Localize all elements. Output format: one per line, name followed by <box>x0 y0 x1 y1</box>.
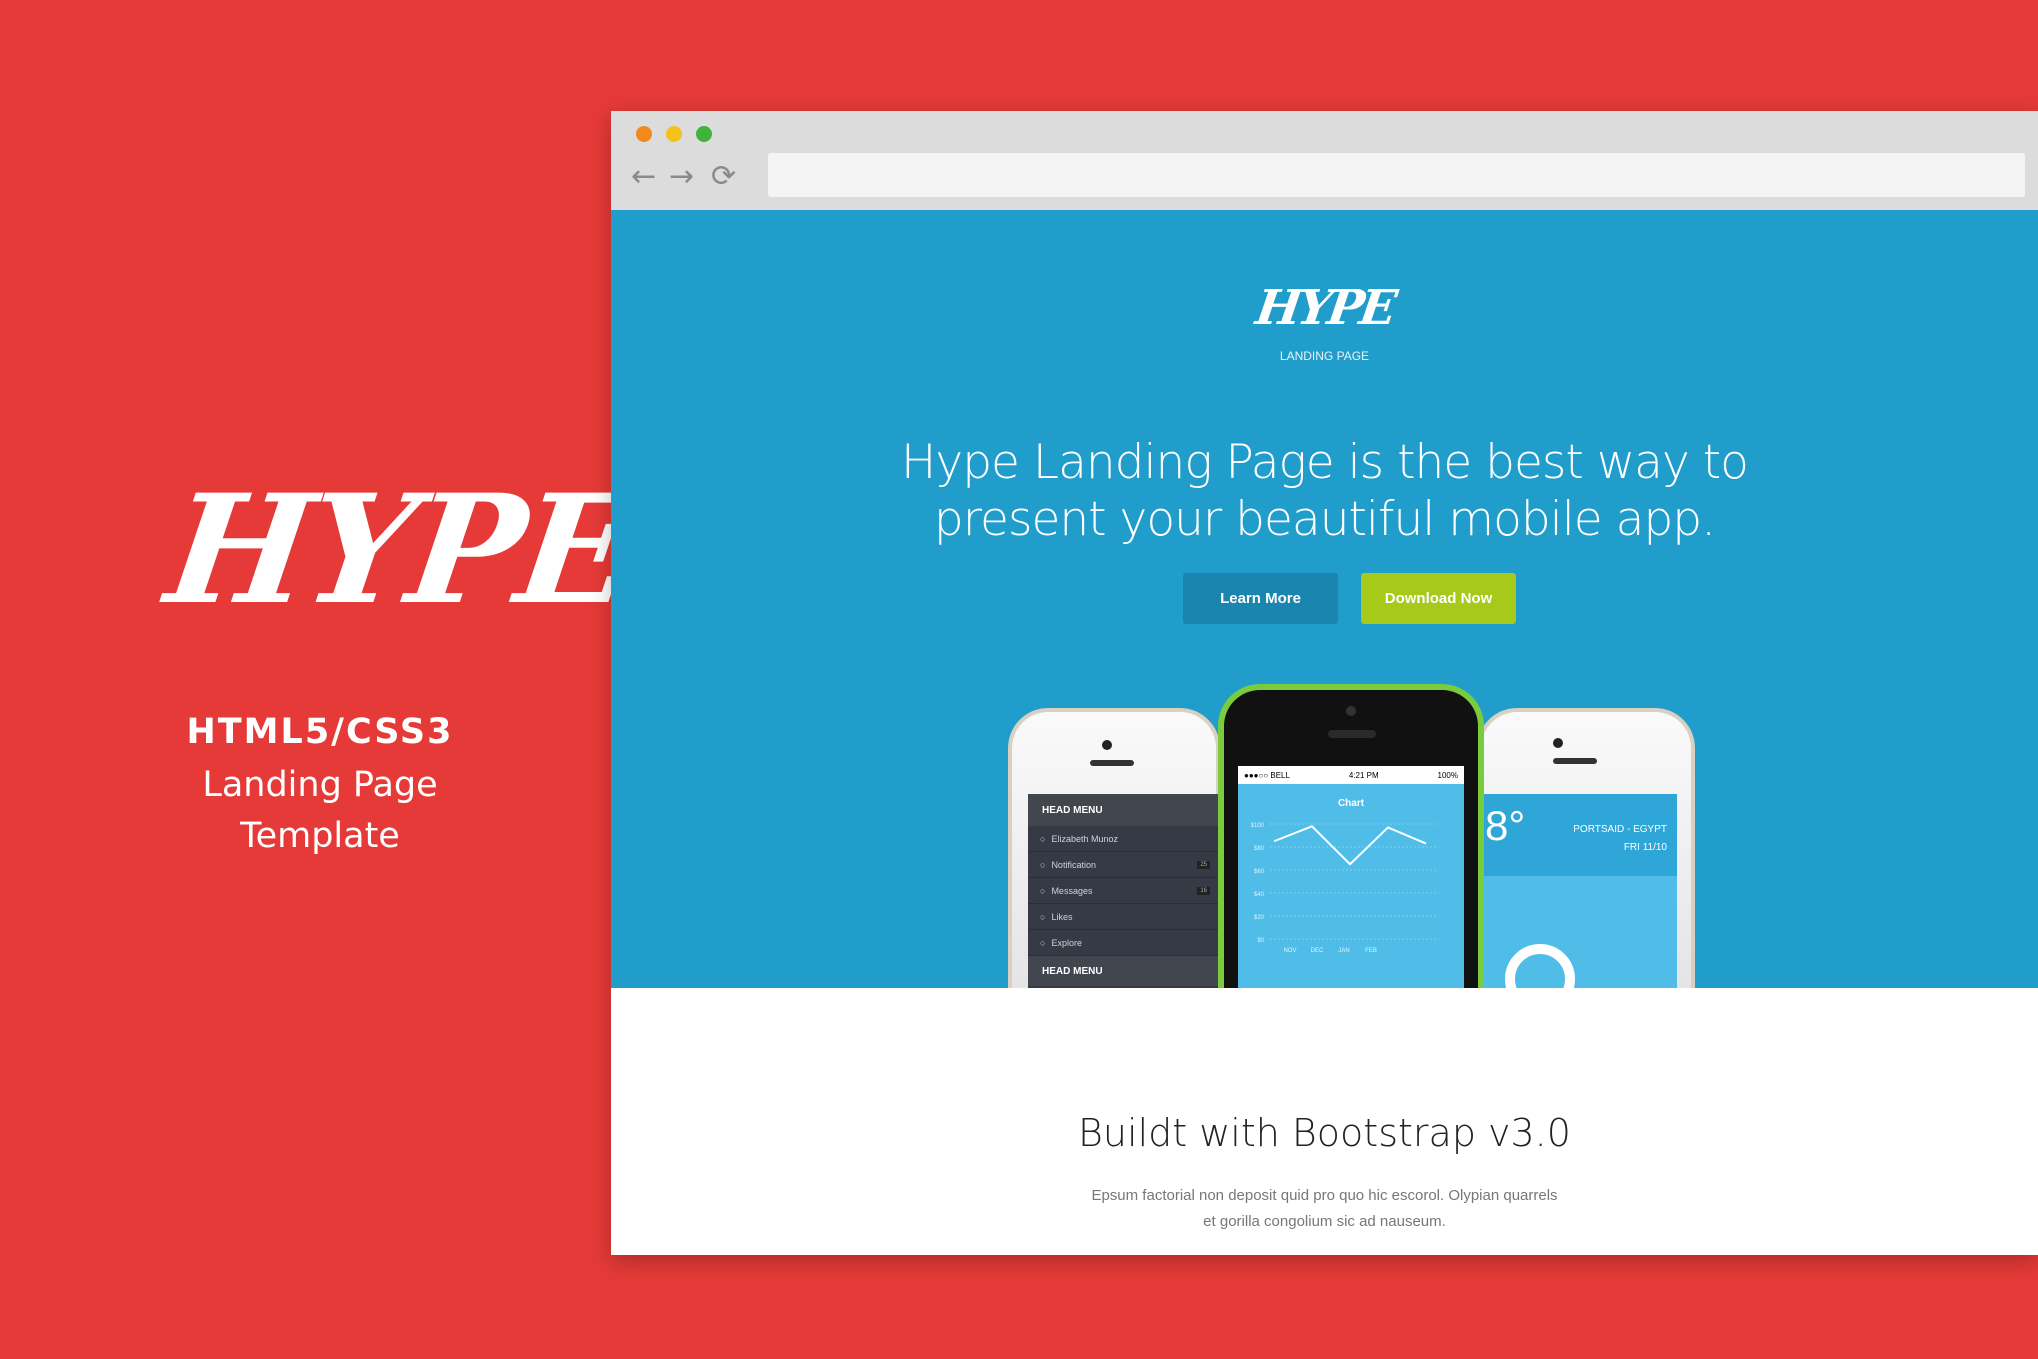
reload-icon[interactable]: ⟳ <box>711 159 736 194</box>
menu-footer: HEAD MENU <box>1028 956 1218 986</box>
menu-item-label: Elizabeth Munoz <box>1051 833 1118 844</box>
hero-logo: HYPE <box>1252 280 1397 336</box>
menu-item-label: Likes <box>1051 911 1073 922</box>
browser-toolbar: ← → ⟳ <box>611 111 2038 210</box>
hype-logo: HYPE <box>157 462 643 638</box>
back-icon[interactable]: ← <box>631 159 656 194</box>
download-now-button[interactable]: Download Now <box>1361 573 1516 624</box>
menu-item-label: Explore <box>1051 937 1082 948</box>
y-tick: $80 <box>1254 846 1265 852</box>
battery: 100% <box>1437 770 1458 780</box>
y-tick: $100 <box>1251 823 1265 829</box>
menu-item-icon: ○ <box>1040 885 1046 896</box>
carrier: ●●●○○ BELL <box>1244 770 1290 780</box>
tagline-line3: Template <box>240 816 400 856</box>
minimize-dot[interactable] <box>666 126 682 142</box>
browser-window: ← → ⟳ HYPE LANDING PAGE Hype Landing Pag… <box>611 111 2038 1255</box>
menu-item-icon: ○ <box>1040 937 1046 948</box>
temperature: 8° <box>1485 802 1526 849</box>
phone-center: ●●●○○ BELL 4:21 PM 100% Chart $100 $80 $60 $… <box>1218 684 1484 988</box>
menu-item[interactable]: ○ Notification 25 <box>1028 852 1218 878</box>
menu-item[interactable]: ○ Elizabeth Munoz <box>1028 826 1218 852</box>
menu-item-label: Messages <box>1051 885 1093 896</box>
x-tick: DEC <box>1311 948 1324 954</box>
close-dot[interactable] <box>636 126 652 142</box>
y-tick: $0 <box>1257 938 1264 944</box>
hero-logo-subtitle: LANDING PAGE <box>1279 349 1370 363</box>
phone-right: 8° PORTSAID - EGYPT FRI 11/10 <box>1477 708 1695 988</box>
y-tick: $20 <box>1254 915 1265 921</box>
menu-item-icon: ○ <box>1040 859 1046 870</box>
tagline-line2: Landing Page <box>202 765 438 805</box>
y-tick: $60 <box>1254 869 1265 875</box>
chart-line <box>1273 825 1427 866</box>
menu-item[interactable]: ○ Likes <box>1028 904 1218 930</box>
section-title: Buildt with Bootstrap v3.0 <box>1078 1111 1571 1155</box>
menu-item-badge: 16 <box>1197 886 1210 895</box>
clock: 4:21 PM <box>1348 770 1379 780</box>
date: FRI 11/10 <box>1623 842 1667 853</box>
tagline-tech: HTML5/CSS3 <box>186 712 454 752</box>
x-tick: NOV <box>1283 948 1296 954</box>
menu-item[interactable]: ○ Messages 16 <box>1028 878 1218 904</box>
hero-section: HYPE LANDING PAGE Hype Landing Page is t… <box>611 210 2038 988</box>
menu-item-icon: ○ <box>1040 911 1046 922</box>
location: PORTSAID - EGYPT <box>1573 824 1667 835</box>
menu-item-label: Notification <box>1051 859 1096 870</box>
headline-line1: Hype Landing Page is the best way to <box>901 435 1749 490</box>
x-tick: FEB <box>1365 948 1377 954</box>
chart-title: Chart <box>1338 798 1365 809</box>
x-tick: JAN <box>1338 948 1349 954</box>
section-para-1: Epsum factorial non deposit quid pro quo… <box>1091 1187 1558 1204</box>
phone-chart: Chart $100 $80 $60 $40 $20 $0 NOV DEC JAN FEB <box>1251 798 1438 954</box>
section-para-2: et gorilla congolium sic ad nauseum. <box>1203 1213 1446 1230</box>
learn-more-button[interactable]: Learn More <box>1183 573 1338 624</box>
phone-left: HEAD MENU ○ Elizabeth Munoz ○ Notification 2… <box>1008 708 1220 988</box>
menu-item[interactable]: ○ Explore <box>1028 930 1218 956</box>
menu-header: HEAD MENU <box>1028 794 1218 826</box>
headline-line2: present your beautiful mobile app. <box>933 492 1716 547</box>
sun-icon <box>1505 944 1575 988</box>
menu-item-icon: ○ <box>1040 833 1046 844</box>
maximize-dot[interactable] <box>696 126 712 142</box>
address-bar[interactable] <box>768 153 2025 197</box>
y-tick: $40 <box>1254 892 1265 898</box>
menu-item-badge: 25 <box>1197 860 1210 869</box>
forward-icon[interactable]: → <box>669 159 694 194</box>
